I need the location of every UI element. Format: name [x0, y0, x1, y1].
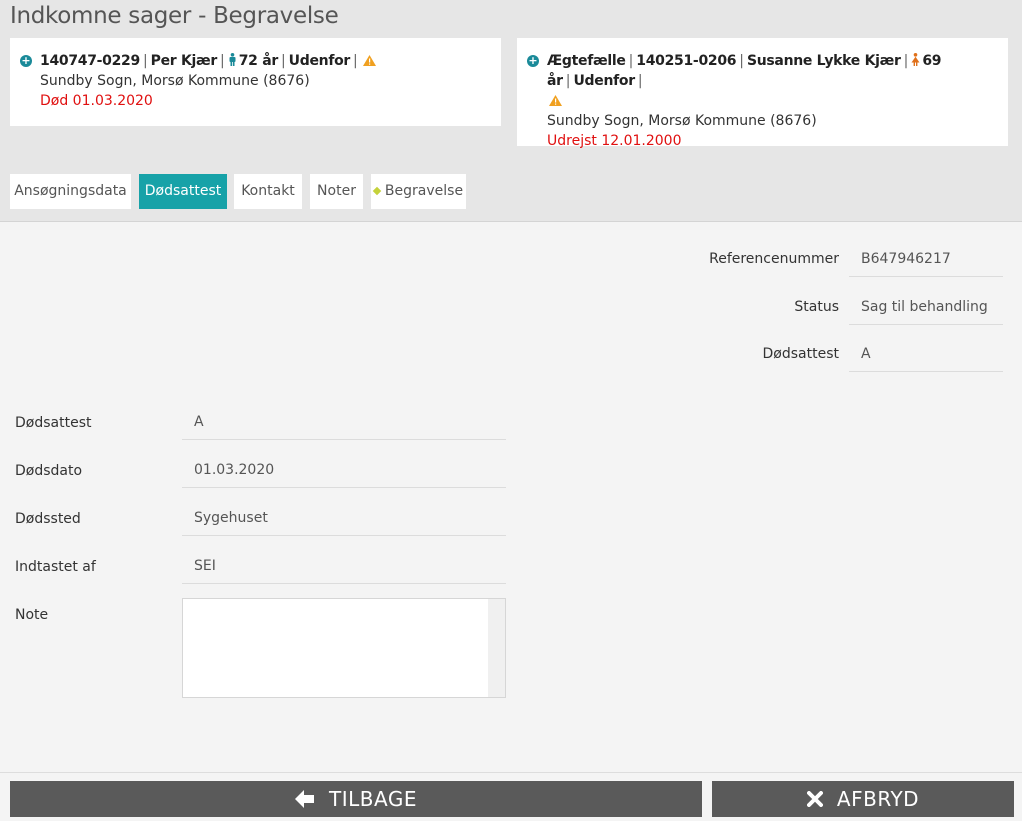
spouse-relation: Ægtefælle: [547, 53, 626, 69]
spouse-name: Susanne Lykke Kjær: [746, 53, 901, 69]
male-person-icon: [229, 53, 236, 66]
note-scrollbar[interactable]: [488, 599, 505, 697]
reference-number-value: B647946217: [849, 241, 1003, 277]
death-place-field[interactable]: Sygehuset: [182, 500, 506, 536]
tab-noter[interactable]: Noter: [310, 174, 363, 209]
spouse-status: Udrejst 12.01.2000: [547, 133, 682, 149]
entered-by-label: Indtastet af: [15, 559, 96, 575]
page-title: Indkomne sager - Begravelse: [10, 3, 339, 29]
arrow-left-icon: [295, 790, 315, 808]
warning-icon: [549, 95, 562, 106]
deceased-parish: Sundby Sogn, Morsø Kommune (8676): [40, 73, 310, 89]
tab-kontakt[interactable]: Kontakt: [234, 174, 302, 209]
back-button[interactable]: TILBAGE: [10, 781, 702, 817]
status-label: Status: [794, 299, 839, 315]
certificate-field[interactable]: A: [182, 404, 506, 440]
note-textarea[interactable]: [182, 598, 506, 698]
spouse-location: Udenfor: [573, 73, 635, 89]
note-label: Note: [15, 607, 49, 623]
female-person-icon: [911, 53, 920, 66]
deceased-status: Død 01.03.2020: [40, 93, 153, 109]
deceased-cpr: 140747-0229: [40, 53, 140, 69]
warning-icon: [362, 55, 376, 66]
tab-begravelse[interactable]: Begravelse: [371, 174, 466, 209]
reference-number-label: Referencenummer: [709, 251, 839, 267]
death-date-label: Dødsdato: [15, 463, 83, 479]
spouse-card: + Ægtefælle | 140251-0206 | Susanne Lykke Kj…: [517, 38, 1008, 149]
death-date-field[interactable]: 01.03.2020: [182, 452, 506, 488]
expand-plus-icon[interactable]: +: [20, 55, 32, 67]
close-icon: [806, 791, 823, 807]
entered-by-field[interactable]: SEI: [182, 548, 506, 584]
footer-divider: [0, 772, 1022, 773]
deceased-name: Per Kjær: [150, 53, 218, 69]
summary-certificate-label: Dødsattest: [762, 346, 839, 362]
expand-plus-icon[interactable]: +: [527, 55, 539, 67]
spouse-cpr: 140251-0206: [636, 53, 737, 69]
certificate-label: Dødsattest: [15, 415, 92, 431]
spouse-parish: Sundby Sogn, Morsø Kommune (8676): [547, 113, 817, 129]
cancel-button[interactable]: AFBRYD: [712, 781, 1014, 817]
deceased-age: 72 år: [238, 53, 279, 69]
tab-ansogningsdata[interactable]: Ansøgningsdata: [10, 174, 131, 209]
tab-dodsattest[interactable]: Dødsattest: [139, 174, 227, 209]
diamond-icon: [372, 186, 382, 196]
summary-certificate-value: A: [849, 336, 1003, 372]
status-value: Sag til behandling: [849, 289, 1003, 325]
death-place-label: Dødssted: [15, 511, 81, 527]
deceased-card: + 140747-0229 | Per Kjær | 72 år | Udenfor | Su…: [10, 38, 501, 126]
deceased-location: Udenfor: [288, 53, 351, 69]
header-area: Indkomne sager - Begravelse + 140747-022…: [0, 0, 1022, 222]
